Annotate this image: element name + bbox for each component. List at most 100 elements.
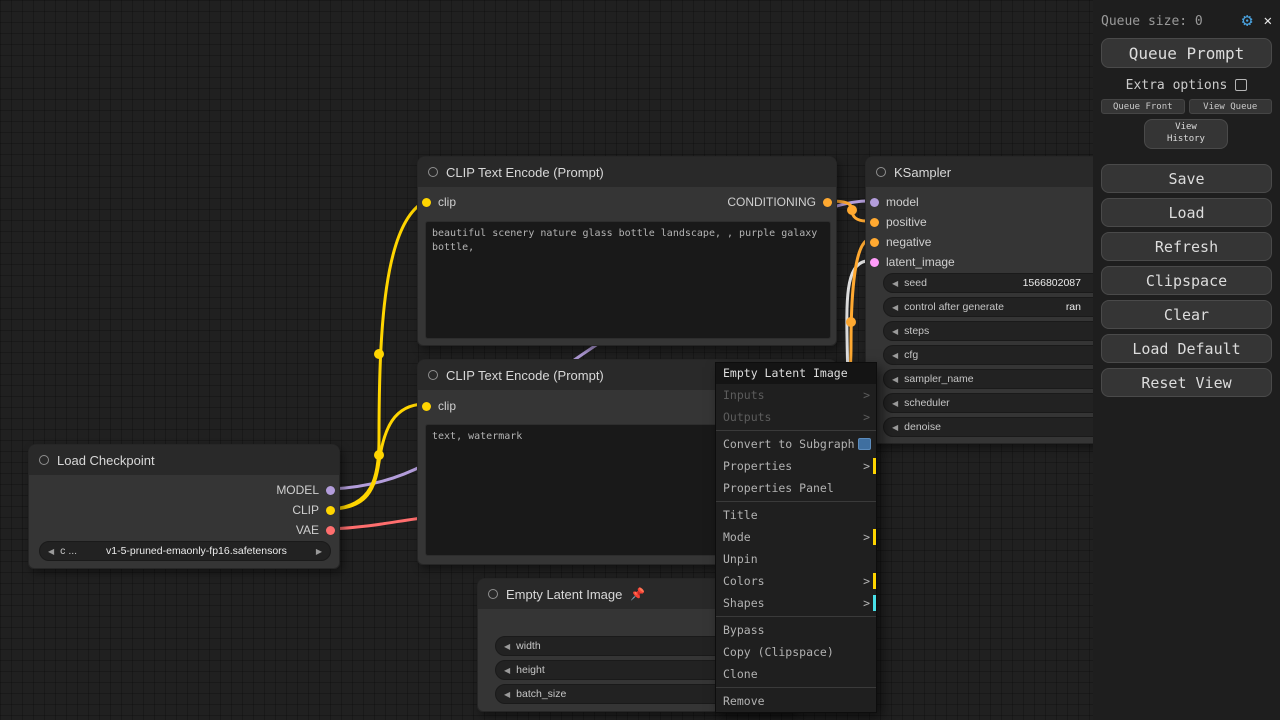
- output-slot-label: VAE: [296, 523, 319, 537]
- input-slot-positive-icon[interactable]: [870, 218, 879, 227]
- widget-value: v1-5-pruned-emaonly-fp16.safetensors: [106, 545, 287, 557]
- menu-item-title[interactable]: Title: [716, 504, 876, 526]
- clipspace-button[interactable]: Clipspace: [1101, 266, 1272, 295]
- collapse-toggle-icon[interactable]: [428, 370, 438, 380]
- input-slot-label: negative: [886, 235, 931, 249]
- widget-label: steps: [904, 325, 929, 337]
- widget-label: batch_size: [516, 688, 566, 700]
- link-dot: [847, 205, 857, 215]
- combo-right-arrow-icon[interactable]: ▶: [316, 547, 322, 556]
- menu-item-properties-panel[interactable]: Properties Panel: [716, 477, 876, 499]
- node-graph-canvas[interactable]: CLIP Text Encode (Prompt) clip CONDITION…: [0, 0, 1280, 720]
- subgraph-badge-icon: [858, 438, 871, 450]
- denoise-widget[interactable]: ◀ denoise: [883, 417, 1116, 437]
- menu-item-bypass[interactable]: Bypass: [716, 619, 876, 641]
- menu-item-unpin[interactable]: Unpin: [716, 548, 876, 570]
- cfg-widget[interactable]: ◀ cfg: [883, 345, 1116, 365]
- scheduler-widget[interactable]: ◀ scheduler: [883, 393, 1116, 413]
- widget-left-arrow-icon[interactable]: ◀: [892, 327, 898, 336]
- output-slot-conditioning-icon[interactable]: [823, 198, 832, 207]
- link-dot: [374, 450, 384, 460]
- widget-left-arrow-icon[interactable]: ◀: [504, 642, 510, 651]
- widget-left-arrow-icon[interactable]: ◀: [892, 375, 898, 384]
- reset-view-button[interactable]: Reset View: [1101, 368, 1272, 397]
- menu-separator: [716, 616, 876, 617]
- node-ksampler[interactable]: KSampler model positive negative latent_…: [865, 156, 1125, 444]
- output-slot-label: CONDITIONING: [727, 195, 816, 209]
- widget-left-arrow-icon[interactable]: ◀: [892, 303, 898, 312]
- link-dot: [374, 349, 384, 359]
- input-slot-latent-image-icon[interactable]: [870, 258, 879, 267]
- widget-left-arrow-icon[interactable]: ◀: [504, 690, 510, 699]
- collapse-toggle-icon[interactable]: [39, 455, 49, 465]
- node-clip-text-encode-positive[interactable]: CLIP Text Encode (Prompt) clip CONDITION…: [417, 156, 837, 346]
- menu-item-mode[interactable]: Mode >: [716, 526, 876, 548]
- input-slot-label: positive: [886, 215, 927, 229]
- widget-left-arrow-icon[interactable]: ◀: [892, 423, 898, 432]
- combo-left-arrow-icon[interactable]: ◀: [48, 547, 54, 556]
- queue-front-button[interactable]: Queue Front: [1101, 99, 1185, 114]
- output-slot-clip-icon[interactable]: [326, 506, 335, 515]
- view-queue-button[interactable]: View Queue: [1189, 99, 1273, 114]
- clear-button[interactable]: Clear: [1101, 300, 1272, 329]
- node-header[interactable]: CLIP Text Encode (Prompt): [418, 157, 836, 187]
- collapse-toggle-icon[interactable]: [876, 167, 886, 177]
- control-after-generate-widget[interactable]: ◀ control after generate ran: [883, 297, 1116, 317]
- menu-item-inputs: Inputs >: [716, 384, 876, 406]
- extra-options-label: Extra options: [1126, 78, 1228, 93]
- load-button[interactable]: Load: [1101, 198, 1272, 227]
- close-menu-icon[interactable]: ✕: [1264, 14, 1272, 28]
- pin-icon: 📌: [630, 587, 645, 601]
- widget-label: control after generate: [904, 301, 1004, 313]
- output-slot-model-icon[interactable]: [326, 486, 335, 495]
- menu-item-clone[interactable]: Clone: [716, 663, 876, 685]
- output-slot-label: MODEL: [276, 483, 319, 497]
- menu-item-convert-to-subgraph[interactable]: Convert to Subgraph: [716, 433, 876, 455]
- output-slot-vae-icon[interactable]: [326, 526, 335, 535]
- collapse-toggle-icon[interactable]: [488, 589, 498, 599]
- view-history-button[interactable]: View History: [1144, 119, 1228, 149]
- input-slot-label: clip: [438, 195, 456, 209]
- widget-left-arrow-icon[interactable]: ◀: [504, 666, 510, 675]
- menu-item-shapes[interactable]: Shapes >: [716, 592, 876, 614]
- refresh-button[interactable]: Refresh: [1101, 232, 1272, 261]
- extra-options-checkbox[interactable]: [1235, 79, 1247, 91]
- input-slot-label: clip: [438, 399, 456, 413]
- settings-gear-icon[interactable]: ⚙: [1242, 12, 1253, 30]
- node-title: KSampler: [894, 165, 951, 180]
- save-button[interactable]: Save: [1101, 164, 1272, 193]
- node-title: Empty Latent Image: [506, 587, 622, 602]
- load-default-button[interactable]: Load Default: [1101, 334, 1272, 363]
- input-slot-model-icon[interactable]: [870, 198, 879, 207]
- sampler-name-widget[interactable]: ◀ sampler_name: [883, 369, 1116, 389]
- queue-prompt-button[interactable]: Queue Prompt: [1101, 38, 1272, 68]
- node-context-menu: Empty Latent Image Inputs > Outputs > Co…: [715, 362, 877, 713]
- widget-value: ran: [1066, 301, 1081, 313]
- node-title: CLIP Text Encode (Prompt): [446, 165, 604, 180]
- node-load-checkpoint[interactable]: Load Checkpoint MODEL CLIP VAE: [28, 444, 340, 569]
- queue-size-label: Queue size: 0: [1101, 14, 1242, 29]
- input-slot-negative-icon[interactable]: [870, 238, 879, 247]
- prompt-textarea[interactable]: beautiful scenery nature glass bottle la…: [425, 221, 831, 339]
- comfy-menu-panel: Queue size: 0 ⚙ ✕ Queue Prompt Extra opt…: [1093, 0, 1280, 720]
- comfyui-window: CLIP Text Encode (Prompt) clip CONDITION…: [0, 0, 1280, 720]
- collapse-toggle-icon[interactable]: [428, 167, 438, 177]
- widget-label: c ...: [60, 545, 77, 557]
- node-header[interactable]: KSampler: [866, 157, 1124, 187]
- menu-item-copy-clipspace[interactable]: Copy (Clipspace): [716, 641, 876, 663]
- submenu-color-bar: [873, 458, 876, 474]
- widget-left-arrow-icon[interactable]: ◀: [892, 399, 898, 408]
- ckpt-name-combo-widget[interactable]: ◀ c ... v1-5-pruned-emaonly-fp16.safeten…: [39, 541, 331, 561]
- widget-label: seed: [904, 277, 927, 289]
- input-slot-clip-icon[interactable]: [422, 198, 431, 207]
- menu-item-properties[interactable]: Properties >: [716, 455, 876, 477]
- widget-left-arrow-icon[interactable]: ◀: [892, 351, 898, 360]
- seed-widget[interactable]: ◀ seed 1566802087: [883, 273, 1116, 293]
- menu-item-remove[interactable]: Remove: [716, 690, 876, 712]
- menu-item-colors[interactable]: Colors >: [716, 570, 876, 592]
- input-slot-clip-icon[interactable]: [422, 402, 431, 411]
- node-header[interactable]: Load Checkpoint: [29, 445, 339, 475]
- context-menu-title: Empty Latent Image: [716, 363, 876, 384]
- steps-widget[interactable]: ◀ steps: [883, 321, 1116, 341]
- widget-left-arrow-icon[interactable]: ◀: [892, 279, 898, 288]
